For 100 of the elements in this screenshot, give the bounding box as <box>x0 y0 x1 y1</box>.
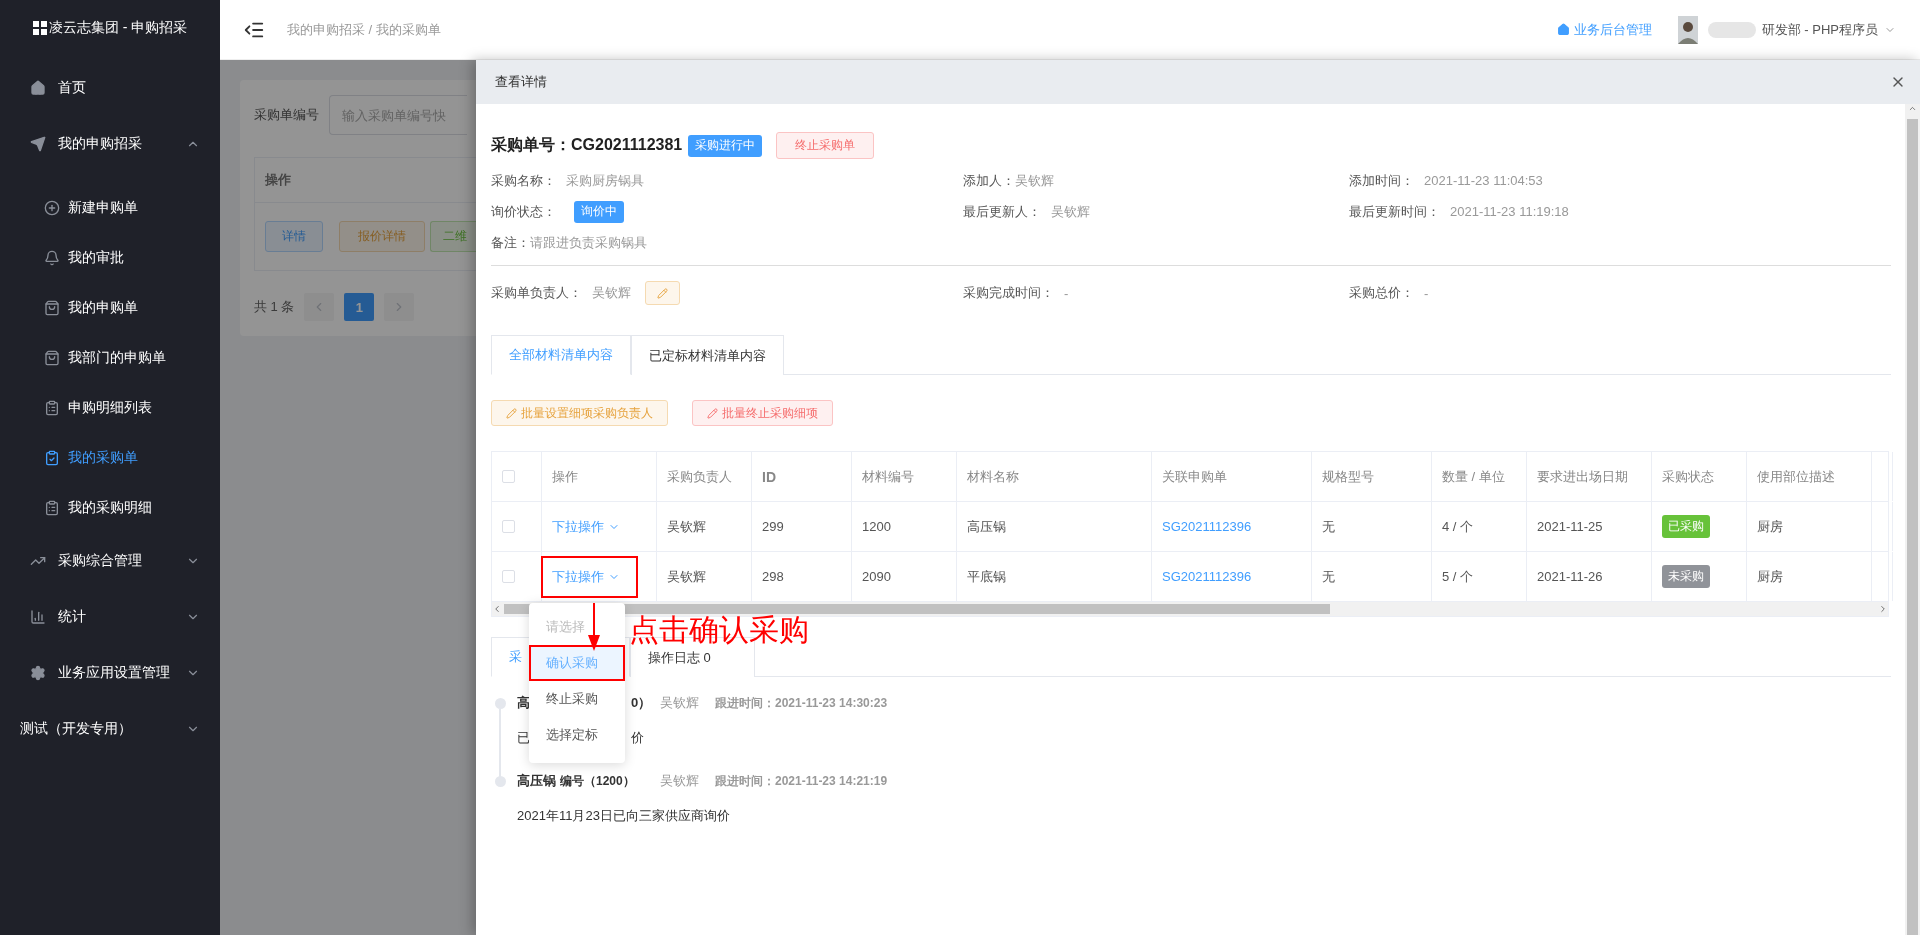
next-page-button[interactable] <box>384 293 415 321</box>
column-header: 要求进出场日期 <box>1527 452 1652 501</box>
status-tag: 未采购 <box>1662 565 1710 588</box>
menu-item[interactable]: 我的申购招采 <box>0 116 220 172</box>
submenu-item[interactable]: 我部门的申购单 <box>0 333 220 383</box>
table-cell: 吴钦辉 <box>657 552 752 601</box>
clipboard-check-icon <box>44 450 60 466</box>
person-name: 吴钦辉 <box>660 772 699 790</box>
inquiry-tag: 询价中 <box>574 200 624 223</box>
table-cell: 298 <box>752 552 852 601</box>
table-cell: 吴钦辉 <box>657 502 752 551</box>
info-label: 采购名称： <box>491 171 556 190</box>
table-cell: 4 / 个 <box>1432 502 1527 551</box>
drawer-title: 查看详情 <box>495 73 547 91</box>
plus-circle-icon <box>44 200 60 216</box>
menu-item[interactable]: 统计 <box>0 589 220 645</box>
avatar <box>1677 15 1698 44</box>
submenu-item[interactable]: 我的采购明细 <box>0 483 220 533</box>
paper-plane-icon <box>30 136 46 152</box>
info-label: 备注： <box>491 233 530 252</box>
info-label: 添加人： <box>963 171 1015 190</box>
timeline-title: 高 <box>517 694 530 712</box>
column-header: 使用部位描述 <box>1747 452 1872 501</box>
menu-item[interactable]: 首页 <box>0 60 220 116</box>
checkbox[interactable] <box>502 570 515 583</box>
table-cell: 2021-11-26 <box>1527 552 1652 601</box>
order-number: 采购单号：CG2021112381 <box>491 135 683 155</box>
scroll-right-icon[interactable] <box>1878 604 1888 614</box>
field-label: 采购单编号 <box>254 106 319 124</box>
home-icon <box>1556 23 1570 36</box>
table-cell: 2021-11-25 <box>1527 502 1652 551</box>
vertical-scrollbar[interactable] <box>1905 104 1920 935</box>
menu-item[interactable]: 采购综合管理 <box>0 533 220 589</box>
info-value: 吴钦辉 <box>1051 202 1090 221</box>
column-header: ID <box>752 452 852 501</box>
pencil-icon <box>707 407 718 419</box>
edit-button[interactable] <box>645 281 680 305</box>
column-header: 关联申购单 <box>1152 452 1312 501</box>
info-value: 2021-11-23 11:04:53 <box>1424 173 1543 188</box>
info-label: 采购单负责人： <box>491 284 582 302</box>
column-header: 操作 <box>542 452 657 501</box>
info-label: 询价状态： <box>491 202 556 221</box>
column-header: 采购状态 <box>1652 452 1747 501</box>
clipboard-icon <box>44 400 60 416</box>
tab[interactable]: 已定标材料清单内容 <box>631 335 784 375</box>
info-value: - <box>1064 285 1069 301</box>
menu-item[interactable]: 测试（开发专用） <box>0 701 220 757</box>
table-cell: 1200 <box>852 502 957 551</box>
submenu-item[interactable]: 申购明细列表 <box>0 383 220 433</box>
dropdown-item[interactable]: 终止采购 <box>529 681 625 717</box>
timeline-title: 高压锅 编号（1200） <box>517 772 636 790</box>
info-value: 吴钦辉 <box>592 284 631 302</box>
arrow-icon <box>588 603 600 651</box>
horizontal-scrollbar[interactable] <box>492 602 1888 616</box>
pencil-icon <box>506 407 517 419</box>
pencil-icon <box>657 287 668 299</box>
submenu-item[interactable]: 新建申购单 <box>0 183 220 233</box>
home-icon <box>30 80 46 96</box>
timeline-text: 价 <box>631 729 644 747</box>
timeline-title: 0） <box>631 694 652 712</box>
info-value: 采购厨房锅具 <box>566 171 644 190</box>
info-label: 最后更新人： <box>963 202 1041 221</box>
info-label: 采购完成时间： <box>963 284 1054 302</box>
status-tag: 采购进行中 <box>688 134 763 157</box>
previous-page-button[interactable] <box>304 293 335 321</box>
user-role[interactable]: 研发部 - PHP程序员 <box>1761 20 1878 39</box>
table-cell: 高压锅 <box>957 502 1152 551</box>
table-cell: 厨房 <box>1747 502 1872 551</box>
checkbox[interactable] <box>502 470 515 483</box>
timeline-text: 2021年11月23日已向三家供应商询价 <box>517 807 731 825</box>
info-value: - <box>1424 285 1429 301</box>
table-cell: 无 <box>1312 552 1432 601</box>
info-label: 添加时间： <box>1349 171 1414 190</box>
bag-icon <box>44 350 60 366</box>
table-cell: 平底锅 <box>957 552 1152 601</box>
settings-icon <box>30 665 46 681</box>
info-value: 2021-11-23 11:19:18 <box>1450 204 1569 219</box>
info-value: 请跟进负责采购锅具 <box>530 233 647 252</box>
table-cell: 299 <box>752 502 852 551</box>
table-cell: 5 / 个 <box>1432 552 1527 601</box>
column-header: 采购负责人 <box>657 452 752 501</box>
submenu-item[interactable]: 我的审批 <box>0 233 220 283</box>
info-value: 吴钦辉 <box>1015 171 1054 190</box>
column-header: 材料名称 <box>957 452 1152 501</box>
submenu-item[interactable]: 我的采购单 <box>0 433 220 483</box>
menu-item[interactable]: 业务应用设置管理 <box>0 645 220 701</box>
submenu-item[interactable]: 我的申购单 <box>0 283 220 333</box>
app-title: 凌云志集团 - 申购招采 <box>48 19 188 37</box>
logo-icon <box>32 21 47 35</box>
follow-up-time: 跟进时间：2021-11-23 14:30:23 <box>715 694 888 712</box>
bell-icon <box>44 250 60 266</box>
checkbox[interactable] <box>502 520 515 533</box>
timeline-text: 已 <box>517 729 530 747</box>
table-cell: 2090 <box>852 552 957 601</box>
dropdown-item[interactable]: 选择定标 <box>529 717 625 753</box>
column-header: 规格型号 <box>1312 452 1432 501</box>
status-tag: 已采购 <box>1662 515 1710 538</box>
total-count: 共 1 条 <box>254 298 295 316</box>
scroll-left-icon[interactable] <box>492 604 502 614</box>
scroll-up-icon[interactable] <box>1908 104 1917 113</box>
